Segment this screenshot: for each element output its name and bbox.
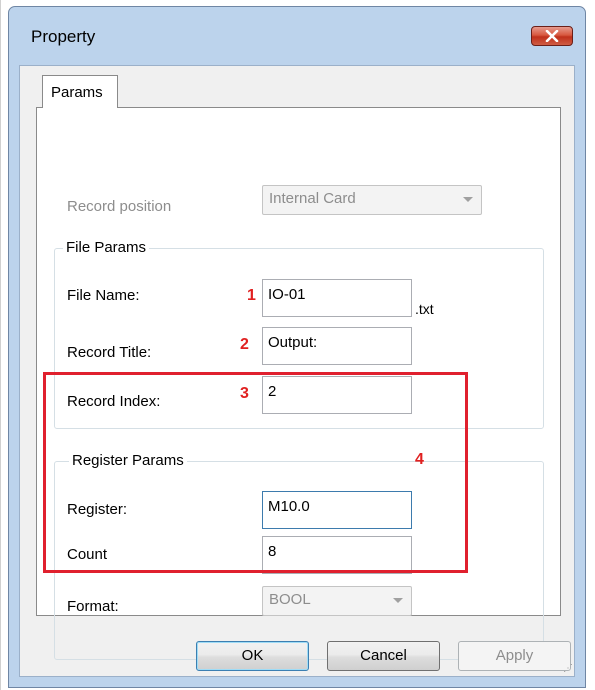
annotation-marker-1: 1 <box>247 287 256 304</box>
record-title-input[interactable]: Output: <box>262 327 412 365</box>
chevron-down-icon <box>463 197 473 202</box>
ok-button[interactable]: OK <box>196 641 309 671</box>
record-position-label: Record position <box>67 198 172 215</box>
record-position-select[interactable]: Internal Card <box>262 185 482 215</box>
annotation-marker-2: 2 <box>240 336 249 353</box>
cancel-button[interactable]: Cancel <box>327 641 440 671</box>
dialog-content: Params Record position Internal Card Fil… <box>19 65 575 677</box>
format-select[interactable]: BOOL <box>262 586 412 616</box>
record-title-label: Record Title: <box>67 344 152 361</box>
property-dialog: Property Params Record position Internal… <box>8 6 586 688</box>
format-label: Format: <box>67 598 119 615</box>
resize-grip-icon[interactable]: ⋰ <box>563 663 573 674</box>
register-params-highlight <box>43 372 468 573</box>
file-name-input[interactable]: IO-01 <box>262 279 412 317</box>
background-edge <box>0 0 1 690</box>
record-position-value: Internal Card <box>269 190 356 207</box>
close-icon <box>545 30 559 42</box>
window-title: Property <box>31 27 96 46</box>
file-extension-label: .txt <box>415 301 434 317</box>
apply-button[interactable]: Apply <box>458 641 571 671</box>
file-params-legend: File Params <box>63 239 150 256</box>
chevron-down-icon <box>393 598 403 603</box>
format-value: BOOL <box>269 591 311 608</box>
close-button[interactable] <box>531 26 573 46</box>
file-name-label: File Name: <box>67 287 140 304</box>
tab-params[interactable]: Params <box>42 75 118 108</box>
